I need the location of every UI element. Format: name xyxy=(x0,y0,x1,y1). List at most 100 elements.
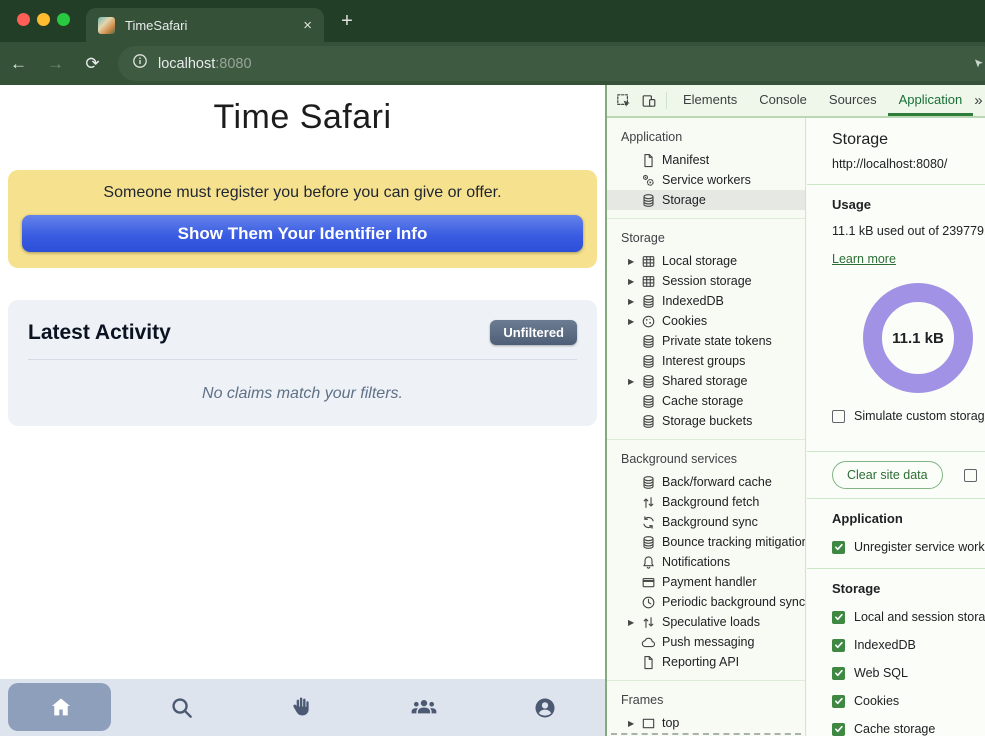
browser-chrome: TimeSafari × + ← → ⟳ localhost :8080 xyxy=(0,0,985,85)
checked-checkbox[interactable] xyxy=(832,667,845,680)
devtools-tab-console[interactable]: Console xyxy=(748,85,818,116)
more-tabs-icon[interactable]: » xyxy=(974,92,982,109)
checkbox-label: Unregister service workers xyxy=(854,540,985,554)
cloud-icon xyxy=(640,634,656,650)
inspect-element-icon[interactable] xyxy=(611,90,636,112)
learn-more-link[interactable]: Learn more xyxy=(832,252,896,266)
sidebar-item-local-storage[interactable]: ▶Local storage xyxy=(607,251,805,271)
including-cookies-checkbox[interactable] xyxy=(964,469,977,482)
tab-title: TimeSafari xyxy=(125,18,303,33)
expand-arrow-icon[interactable]: ▶ xyxy=(628,277,640,286)
search-icon xyxy=(169,695,195,721)
sidebar-item-storage[interactable]: Storage xyxy=(607,190,805,210)
url-bar[interactable]: localhost :8080 xyxy=(118,46,985,81)
expand-arrow-icon[interactable]: ▶ xyxy=(628,618,640,627)
sidebar-item-label: Session storage xyxy=(662,274,752,288)
clear-site-data-button[interactable]: Clear site data xyxy=(832,461,943,489)
expand-arrow-icon[interactable]: ▶ xyxy=(628,297,640,306)
database-icon xyxy=(640,413,656,429)
sidebar-item-cookies[interactable]: ▶Cookies xyxy=(607,311,805,331)
sidebar-item-background-sync[interactable]: Background sync xyxy=(607,512,805,532)
donut-value-label: 11.1 kB xyxy=(892,330,944,347)
nav-home-button[interactable] xyxy=(0,679,121,736)
checked-checkbox[interactable] xyxy=(832,639,845,652)
sidebar-item-reporting-api[interactable]: Reporting API xyxy=(607,652,805,672)
nav-profile-button[interactable] xyxy=(484,679,605,736)
including-cookies-row[interactable]: including third-party cookies xyxy=(964,468,985,482)
expand-arrow-icon[interactable]: ▶ xyxy=(628,317,640,326)
devtools-sidebar: Application Manifest Service workers Storag… xyxy=(607,118,806,736)
sidebar-item-interest-groups[interactable]: Interest groups xyxy=(607,351,805,371)
devtools-tab-sources[interactable]: Sources xyxy=(818,85,888,116)
sidebar-item-private-state-tokens[interactable]: Private state tokens xyxy=(607,331,805,351)
sidebar-item-label: Background sync xyxy=(662,515,758,529)
minimize-window-button[interactable] xyxy=(37,13,50,26)
browser-tab[interactable]: TimeSafari × xyxy=(86,8,324,42)
sidebar-item-notifications[interactable]: Notifications xyxy=(607,552,805,572)
checkbox-row-indexeddb[interactable]: IndexedDB xyxy=(832,638,985,652)
simulate-quota-row[interactable]: Simulate custom storage quota xyxy=(832,409,985,423)
checked-checkbox[interactable] xyxy=(832,611,845,624)
sidebar-item-shared-storage[interactable]: ▶Shared storage xyxy=(607,371,805,391)
devtools-tab-elements[interactable]: Elements xyxy=(672,85,748,116)
simulate-quota-label: Simulate custom storage quota xyxy=(854,409,985,423)
nav-hand-button[interactable] xyxy=(242,679,363,736)
sidebar-item-background-fetch[interactable]: Background fetch xyxy=(607,492,805,512)
sidebar-item-back-forward-cache[interactable]: Back/forward cache xyxy=(607,472,805,492)
sidebar-item-session-storage[interactable]: ▶ Session storage xyxy=(607,271,805,291)
checkbox-row-unregister-service-workers[interactable]: Unregister service workers xyxy=(832,540,985,554)
sidebar-item-manifest[interactable]: Manifest xyxy=(607,150,805,170)
checked-checkbox[interactable] xyxy=(832,695,845,708)
sidebar-item-label: Interest groups xyxy=(662,354,745,368)
tab-close-icon[interactable]: × xyxy=(303,18,312,33)
site-info-icon[interactable] xyxy=(132,53,148,74)
storage-origin: http://localhost:8080/ xyxy=(832,157,985,171)
sidebar-item-push-messaging[interactable]: Push messaging xyxy=(607,632,805,652)
sidebar-item-payment-handler[interactable]: Payment handler xyxy=(607,572,805,592)
database-icon xyxy=(640,333,656,349)
sidebar-section-title: Application xyxy=(607,128,805,146)
storage-usage-donut: 11.1 kB xyxy=(863,283,973,393)
nav-search-button[interactable] xyxy=(121,679,242,736)
nav-people-button[interactable] xyxy=(363,679,484,736)
page-title: Time Safari xyxy=(0,85,605,137)
sidebar-item-indexeddb[interactable]: ▶ IndexedDB xyxy=(607,291,805,311)
expand-arrow-icon[interactable]: ▶ xyxy=(628,719,640,728)
sidebar-item-periodic-background-sync[interactable]: Periodic background sync xyxy=(607,592,805,612)
registration-alert: Someone must register you before you can… xyxy=(8,170,597,268)
unfiltered-button[interactable]: Unfiltered xyxy=(490,320,577,345)
expand-arrow-icon[interactable]: ▶ xyxy=(628,257,640,266)
checked-checkbox[interactable] xyxy=(832,541,845,554)
sidebar-item-top[interactable]: ▶top xyxy=(607,713,805,733)
device-toolbar-icon[interactable] xyxy=(636,90,661,112)
reload-icon[interactable]: ⟳ xyxy=(74,54,111,74)
sidebar-item-label: Service workers xyxy=(662,173,751,187)
sidebar-section-frames: Frames▶top xyxy=(607,680,805,733)
back-icon[interactable]: ← xyxy=(0,54,37,74)
sidebar-item-label: Cache storage xyxy=(662,394,743,408)
close-window-button[interactable] xyxy=(17,13,30,26)
sidebar-item-cache-storage[interactable]: Cache storage xyxy=(607,391,805,411)
sidebar-item-storage-buckets[interactable]: Storage buckets xyxy=(607,411,805,431)
checked-checkbox[interactable] xyxy=(832,723,845,736)
toolbar-overflow-icon[interactable] xyxy=(974,56,984,74)
checkbox-row-local-and-session-storage[interactable]: Local and session storage xyxy=(832,610,985,624)
sidebar-item-service-workers[interactable]: Service workers xyxy=(607,170,805,190)
gears-icon xyxy=(640,172,656,188)
devtools-tab-application[interactable]: Application xyxy=(888,85,974,116)
checkbox-row-cache-storage[interactable]: Cache storage xyxy=(832,722,985,736)
expand-arrow-icon[interactable]: ▶ xyxy=(628,377,640,386)
card-icon xyxy=(640,574,656,590)
forward-icon[interactable]: → xyxy=(37,54,74,74)
simulate-quota-checkbox[interactable] xyxy=(832,410,845,423)
sidebar-item-speculative-loads[interactable]: ▶Speculative loads xyxy=(607,612,805,632)
sidebar-item-bounce-tracking-mitigations[interactable]: Bounce tracking mitigations xyxy=(607,532,805,552)
devtools-tabbar: ElementsConsoleSourcesApplication » xyxy=(607,85,985,118)
checkbox-row-cookies[interactable]: Cookies xyxy=(832,694,985,708)
new-tab-button[interactable]: + xyxy=(334,10,360,33)
sidebar-item-label: IndexedDB xyxy=(662,294,724,308)
checkbox-row-web-sql[interactable]: Web SQL xyxy=(832,666,985,680)
database-icon xyxy=(640,353,656,369)
show-identifier-info-button[interactable]: Show Them Your Identifier Info xyxy=(22,215,583,252)
zoom-window-button[interactable] xyxy=(57,13,70,26)
